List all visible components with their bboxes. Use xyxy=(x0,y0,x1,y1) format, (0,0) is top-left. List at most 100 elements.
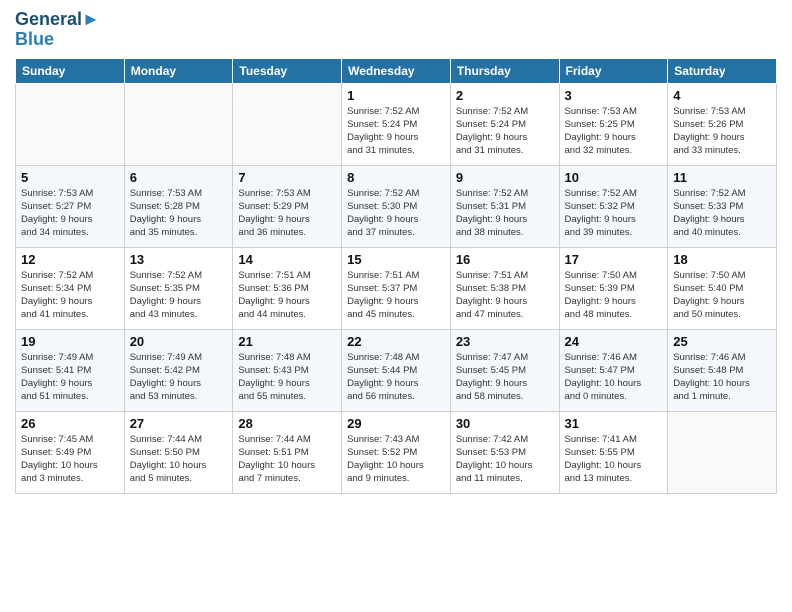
calendar-cell: 9 Sunrise: 7:52 AM Sunset: 5:31 PM Daylig… xyxy=(450,165,559,247)
weekday-header-monday: Monday xyxy=(124,58,233,83)
day-info: Sunrise: 7:50 AM Sunset: 5:39 PM Dayligh… xyxy=(565,269,663,322)
week-row-1: 5 Sunrise: 7:53 AM Sunset: 5:27 PM Daylig… xyxy=(16,165,777,247)
day-number: 6 xyxy=(130,170,228,185)
day-info: Sunrise: 7:52 AM Sunset: 5:33 PM Dayligh… xyxy=(673,187,771,240)
calendar-cell xyxy=(124,83,233,165)
calendar-cell: 12Sunrise: 7:52 AM Sunset: 5:34 PM Dayli… xyxy=(16,247,125,329)
day-number: 3 xyxy=(565,88,663,103)
day-number: 24 xyxy=(565,334,663,349)
calendar-cell: 27 Sunrise: 7:44 AM Sunset: 5:50 PM Dayli… xyxy=(124,411,233,493)
calendar-cell: 4 Sunrise: 7:53 AM Sunset: 5:26 PM Daylig… xyxy=(668,83,777,165)
day-info: Sunrise: 7:49 AM Sunset: 5:42 PM Dayligh… xyxy=(130,351,228,404)
calendar-cell: 20 Sunrise: 7:49 AM Sunset: 5:42 PM Dayli… xyxy=(124,329,233,411)
day-info: Sunrise: 7:50 AM Sunset: 5:40 PM Dayligh… xyxy=(673,269,771,322)
calendar-cell: 3 Sunrise: 7:53 AM Sunset: 5:25 PM Daylig… xyxy=(559,83,668,165)
calendar-cell: 6Sunrise: 7:53 AM Sunset: 5:28 PM Daylig… xyxy=(124,165,233,247)
day-number: 10 xyxy=(565,170,663,185)
day-number: 28 xyxy=(238,416,336,431)
day-info: Sunrise: 7:52 AM Sunset: 5:30 PM Dayligh… xyxy=(347,187,445,240)
day-number: 11 xyxy=(673,170,771,185)
calendar-cell: 31 Sunrise: 7:41 AM Sunset: 5:55 PM Dayli… xyxy=(559,411,668,493)
week-row-0: 1 Sunrise: 7:52 AM Sunset: 5:24 PM Daylig… xyxy=(16,83,777,165)
calendar-cell: 18 Sunrise: 7:50 AM Sunset: 5:40 PM Dayli… xyxy=(668,247,777,329)
calendar-cell: 16 Sunrise: 7:51 AM Sunset: 5:38 PM Dayli… xyxy=(450,247,559,329)
day-info: Sunrise: 7:51 AM Sunset: 5:38 PM Dayligh… xyxy=(456,269,554,322)
calendar-cell: 26Sunrise: 7:45 AM Sunset: 5:49 PM Dayli… xyxy=(16,411,125,493)
weekday-header-thursday: Thursday xyxy=(450,58,559,83)
day-info: Sunrise: 7:46 AM Sunset: 5:47 PM Dayligh… xyxy=(565,351,663,404)
day-number: 14 xyxy=(238,252,336,267)
calendar-cell: 24 Sunrise: 7:46 AM Sunset: 5:47 PM Dayli… xyxy=(559,329,668,411)
day-number: 22 xyxy=(347,334,445,349)
day-number: 25 xyxy=(673,334,771,349)
calendar-cell: 10 Sunrise: 7:52 AM Sunset: 5:32 PM Dayli… xyxy=(559,165,668,247)
day-number: 17 xyxy=(565,252,663,267)
day-number: 21 xyxy=(238,334,336,349)
day-info: Sunrise: 7:53 AM Sunset: 5:25 PM Dayligh… xyxy=(565,105,663,158)
day-number: 29 xyxy=(347,416,445,431)
day-info: Sunrise: 7:52 AM Sunset: 5:32 PM Dayligh… xyxy=(565,187,663,240)
page-container: General► Blue SundayMondayTuesdayWednesd… xyxy=(0,0,792,612)
calendar-cell: 7 Sunrise: 7:53 AM Sunset: 5:29 PM Daylig… xyxy=(233,165,342,247)
day-number: 5 xyxy=(21,170,119,185)
calendar-cell: 28 Sunrise: 7:44 AM Sunset: 5:51 PM Dayli… xyxy=(233,411,342,493)
day-number: 7 xyxy=(238,170,336,185)
weekday-header-friday: Friday xyxy=(559,58,668,83)
day-info: Sunrise: 7:43 AM Sunset: 5:52 PM Dayligh… xyxy=(347,433,445,486)
calendar-cell: 22 Sunrise: 7:48 AM Sunset: 5:44 PM Dayli… xyxy=(342,329,451,411)
calendar-cell: 5 Sunrise: 7:53 AM Sunset: 5:27 PM Daylig… xyxy=(16,165,125,247)
calendar-cell xyxy=(16,83,125,165)
day-info: Sunrise: 7:53 AM Sunset: 5:26 PM Dayligh… xyxy=(673,105,771,158)
calendar-cell: 30Sunrise: 7:42 AM Sunset: 5:53 PM Dayli… xyxy=(450,411,559,493)
week-row-2: 12Sunrise: 7:52 AM Sunset: 5:34 PM Dayli… xyxy=(16,247,777,329)
day-info: Sunrise: 7:52 AM Sunset: 5:34 PM Dayligh… xyxy=(21,269,119,322)
day-number: 20 xyxy=(130,334,228,349)
day-info: Sunrise: 7:48 AM Sunset: 5:44 PM Dayligh… xyxy=(347,351,445,404)
logo-blue: Blue xyxy=(15,30,100,50)
day-info: Sunrise: 7:52 AM Sunset: 5:31 PM Dayligh… xyxy=(456,187,554,240)
day-number: 16 xyxy=(456,252,554,267)
day-info: Sunrise: 7:44 AM Sunset: 5:51 PM Dayligh… xyxy=(238,433,336,486)
week-row-4: 26Sunrise: 7:45 AM Sunset: 5:49 PM Dayli… xyxy=(16,411,777,493)
day-info: Sunrise: 7:53 AM Sunset: 5:29 PM Dayligh… xyxy=(238,187,336,240)
calendar-cell xyxy=(668,411,777,493)
calendar-cell xyxy=(233,83,342,165)
calendar-cell: 2Sunrise: 7:52 AM Sunset: 5:24 PM Daylig… xyxy=(450,83,559,165)
day-info: Sunrise: 7:42 AM Sunset: 5:53 PM Dayligh… xyxy=(456,433,554,486)
calendar: SundayMondayTuesdayWednesdayThursdayFrid… xyxy=(15,58,777,494)
day-number: 18 xyxy=(673,252,771,267)
day-number: 1 xyxy=(347,88,445,103)
calendar-cell: 23 Sunrise: 7:47 AM Sunset: 5:45 PM Dayli… xyxy=(450,329,559,411)
day-info: Sunrise: 7:44 AM Sunset: 5:50 PM Dayligh… xyxy=(130,433,228,486)
day-info: Sunrise: 7:41 AM Sunset: 5:55 PM Dayligh… xyxy=(565,433,663,486)
weekday-header-row: SundayMondayTuesdayWednesdayThursdayFrid… xyxy=(16,58,777,83)
day-number: 2 xyxy=(456,88,554,103)
calendar-cell: 13 Sunrise: 7:52 AM Sunset: 5:35 PM Dayli… xyxy=(124,247,233,329)
day-info: Sunrise: 7:47 AM Sunset: 5:45 PM Dayligh… xyxy=(456,351,554,404)
day-number: 15 xyxy=(347,252,445,267)
day-number: 9 xyxy=(456,170,554,185)
day-number: 13 xyxy=(130,252,228,267)
day-number: 23 xyxy=(456,334,554,349)
week-row-3: 19Sunrise: 7:49 AM Sunset: 5:41 PM Dayli… xyxy=(16,329,777,411)
weekday-header-wednesday: Wednesday xyxy=(342,58,451,83)
day-number: 19 xyxy=(21,334,119,349)
calendar-cell: 25Sunrise: 7:46 AM Sunset: 5:48 PM Dayli… xyxy=(668,329,777,411)
day-info: Sunrise: 7:52 AM Sunset: 5:24 PM Dayligh… xyxy=(347,105,445,158)
day-info: Sunrise: 7:53 AM Sunset: 5:27 PM Dayligh… xyxy=(21,187,119,240)
day-number: 31 xyxy=(565,416,663,431)
day-info: Sunrise: 7:51 AM Sunset: 5:36 PM Dayligh… xyxy=(238,269,336,322)
calendar-cell: 21Sunrise: 7:48 AM Sunset: 5:43 PM Dayli… xyxy=(233,329,342,411)
calendar-cell: 17 Sunrise: 7:50 AM Sunset: 5:39 PM Dayli… xyxy=(559,247,668,329)
calendar-cell: 15 Sunrise: 7:51 AM Sunset: 5:37 PM Dayli… xyxy=(342,247,451,329)
weekday-header-tuesday: Tuesday xyxy=(233,58,342,83)
day-number: 8 xyxy=(347,170,445,185)
logo-text: General► xyxy=(15,10,100,30)
day-info: Sunrise: 7:51 AM Sunset: 5:37 PM Dayligh… xyxy=(347,269,445,322)
day-info: Sunrise: 7:45 AM Sunset: 5:49 PM Dayligh… xyxy=(21,433,119,486)
day-info: Sunrise: 7:52 AM Sunset: 5:35 PM Dayligh… xyxy=(130,269,228,322)
day-number: 27 xyxy=(130,416,228,431)
weekday-header-sunday: Sunday xyxy=(16,58,125,83)
day-number: 4 xyxy=(673,88,771,103)
calendar-cell: 19Sunrise: 7:49 AM Sunset: 5:41 PM Dayli… xyxy=(16,329,125,411)
